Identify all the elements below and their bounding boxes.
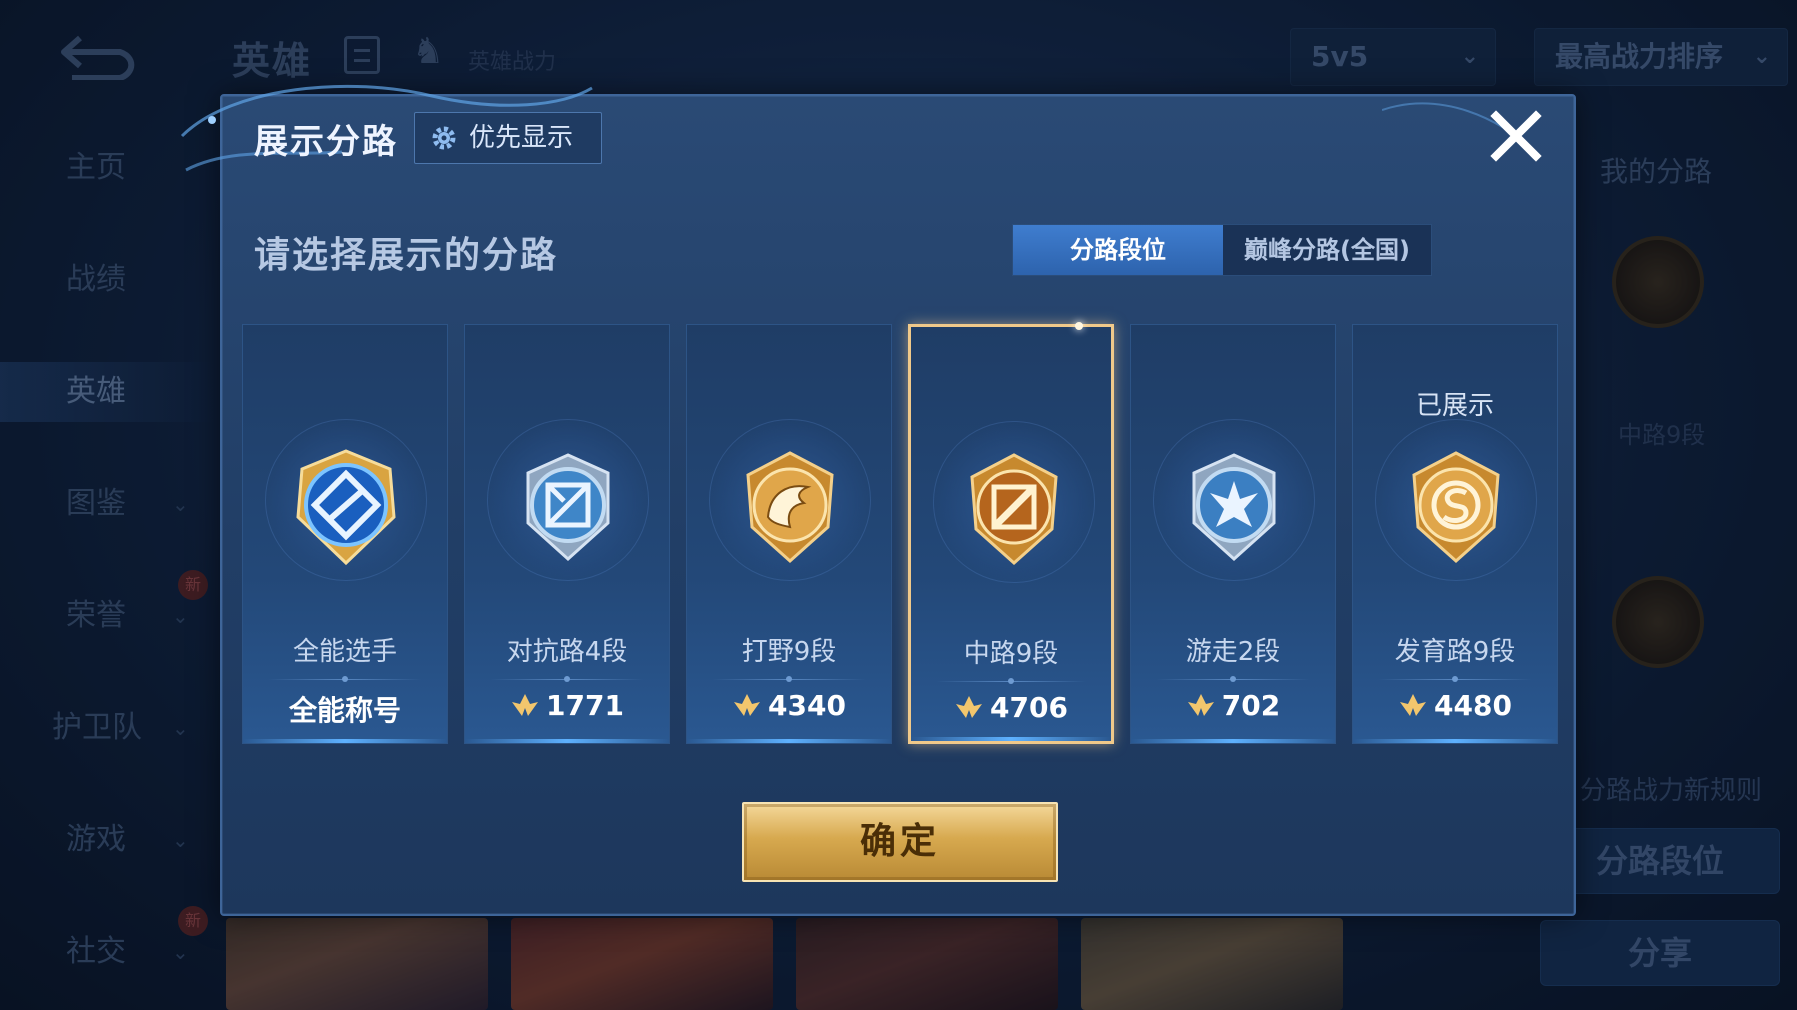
lane-card-name: 全能选手 — [292, 637, 397, 667]
tab-peak-lane-national[interactable]: 巅峰分路(全国) — [1223, 225, 1431, 275]
lane-card-score: 4480 — [1353, 689, 1557, 722]
lane-card-jungle[interactable]: 打野9段 4340 — [686, 324, 892, 744]
lane-card-clash-lane[interactable]: 对抗路4段 1771 — [464, 324, 670, 744]
power-icon — [1400, 694, 1427, 716]
divider — [1156, 676, 1310, 682]
clash-lane-badge-icon — [526, 453, 610, 562]
dialog-title: 展示分路 — [254, 122, 398, 162]
lane-card-name: 打野9段 — [741, 637, 837, 667]
all-round-badge-icon — [296, 449, 396, 566]
lane-card-all-round[interactable]: 全能选手 全能称号 — [242, 324, 448, 744]
divider — [712, 676, 866, 682]
lane-card-score: 702 — [1131, 689, 1335, 722]
lane-card-score-value: 1771 — [546, 689, 624, 722]
farm-lane-badge-icon — [1412, 451, 1500, 564]
dialog-subtitle: 请选择展示的分路 — [254, 235, 559, 276]
lane-card-name: 中路9段 — [963, 639, 1059, 669]
lane-card-score: 1771 — [465, 689, 669, 722]
decorative-swirl — [1382, 102, 1533, 151]
power-icon — [1187, 694, 1214, 716]
roam-badge-icon — [1192, 453, 1276, 562]
selection-sparkle — [1075, 322, 1083, 330]
rank-type-tabs: 分路段位 巅峰分路(全国) — [1012, 224, 1432, 276]
close-icon[interactable] — [1486, 106, 1546, 166]
divider — [268, 676, 422, 682]
power-icon — [734, 694, 761, 716]
power-icon — [512, 694, 539, 716]
lane-card-list: 全能选手 全能称号 对抗路4段 1771 打野9段 4340 中路9段 4706… — [242, 322, 1562, 744]
lane-card-name: 游走2段 — [1185, 637, 1281, 667]
jungle-badge-icon — [746, 451, 834, 564]
lane-card-name: 发育路9段 — [1394, 637, 1516, 667]
lane-card-name: 对抗路4段 — [506, 637, 628, 667]
lane-card-score: 4706 — [911, 691, 1111, 724]
lane-card-farm-lane[interactable]: 已展示 发育路9段 4480 — [1352, 324, 1558, 744]
lane-card-score-value: 全能称号 — [288, 694, 401, 727]
tab-lane-rank[interactable]: 分路段位 — [1013, 225, 1223, 275]
mid-lane-badge-icon — [970, 453, 1058, 566]
lane-card-score: 4340 — [687, 689, 891, 722]
divider — [936, 678, 1086, 684]
lane-card-score-value: 4340 — [768, 689, 846, 722]
lane-card-roam[interactable]: 游走2段 702 — [1130, 324, 1336, 744]
divider — [1378, 676, 1532, 682]
lane-display-dialog: 展示分路 优先显示 请选择展示的分路 分路段位 巅峰分路(全国) 全能选手 全能 — [180, 84, 1576, 916]
lane-card-score-value: 4706 — [990, 691, 1068, 724]
gear-icon — [432, 126, 456, 150]
confirm-button[interactable]: 确定 — [742, 802, 1058, 882]
displayed-status-label: 已展示 — [1415, 391, 1494, 421]
priority-display-label: 优先显示 — [469, 123, 574, 153]
lane-card-score-value: 4480 — [1434, 689, 1512, 722]
lane-card-score: 全能称号 — [243, 689, 447, 729]
lane-card-mid-lane[interactable]: 中路9段 4706 — [908, 322, 1114, 744]
power-icon — [956, 696, 983, 718]
priority-display-button[interactable]: 优先显示 — [414, 112, 602, 164]
divider — [490, 676, 644, 682]
lane-card-score-value: 702 — [1221, 689, 1281, 722]
